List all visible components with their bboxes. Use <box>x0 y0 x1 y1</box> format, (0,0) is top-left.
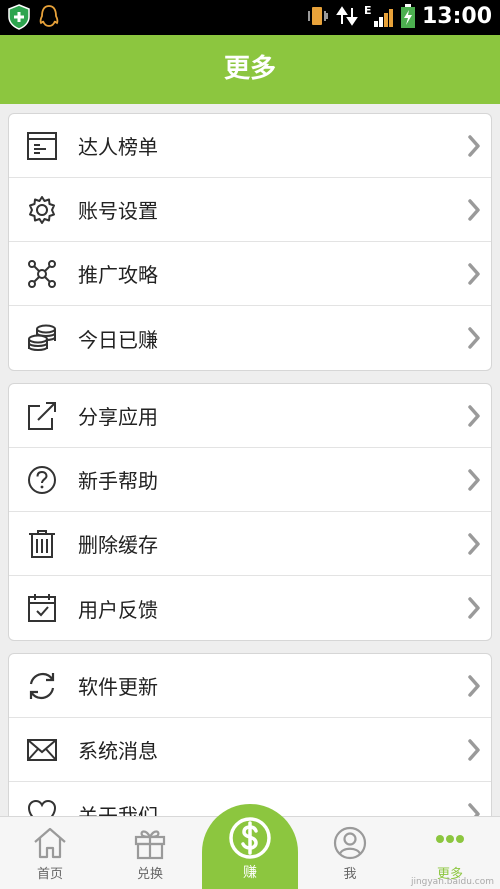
dollar-icon <box>229 817 271 859</box>
tab-exchange[interactable]: 兑换 <box>100 817 200 889</box>
tab-earn[interactable]: 赚 <box>202 810 298 889</box>
menu-item-label: 账号设置 <box>78 199 158 223</box>
gift-icon <box>134 830 166 860</box>
menu-group-2: 分享应用 新手帮助 删除缓存 用户反馈 <box>8 383 492 641</box>
menu-item-account-settings[interactable]: 账号设置 <box>9 178 491 242</box>
status-right-icons: E 13:00 <box>306 3 492 29</box>
share-icon <box>28 401 56 430</box>
menu-item-promotion-guide[interactable]: 推广攻略 <box>9 242 491 306</box>
vibrate-icon <box>308 7 328 25</box>
menu-item-leaderboard[interactable]: 达人榜单 <box>9 114 491 178</box>
tab-me[interactable]: 我 <box>300 817 400 889</box>
watermark: jingyan.baidu.com <box>410 877 494 887</box>
menu-item-label: 关于我们 <box>78 803 158 817</box>
gear-icon <box>29 195 55 224</box>
user-icon <box>333 826 367 860</box>
network-type: E <box>364 4 372 17</box>
menu-list: 达人榜单 账号设置 推广攻略 今日已赚 分享应用 新手帮助 删除缓存 用户反馈 … <box>0 104 500 816</box>
chevron-right-icon <box>468 803 480 816</box>
chevron-right-icon <box>468 675 480 697</box>
data-arrows-icon <box>336 6 358 26</box>
status-left-icons <box>8 4 60 30</box>
menu-item-label: 系统消息 <box>78 739 158 763</box>
menu-group-1: 达人榜单 账号设置 推广攻略 今日已赚 <box>8 113 492 371</box>
menu-item-system-messages[interactable]: 系统消息 <box>9 718 491 782</box>
tab-label: 首页 <box>36 867 63 882</box>
mail-icon <box>27 738 57 761</box>
qq-icon <box>39 5 59 27</box>
trash-icon <box>29 529 55 558</box>
chevron-right-icon <box>468 327 480 349</box>
menu-item-label: 今日已赚 <box>78 327 158 352</box>
menu-item-user-feedback[interactable]: 用户反馈 <box>9 576 491 640</box>
feedback-icon <box>28 594 56 622</box>
chevron-right-icon <box>468 135 480 157</box>
chevron-right-icon <box>468 199 480 221</box>
chevron-right-icon <box>468 469 480 491</box>
network-icon <box>28 259 56 288</box>
battery-charging-icon <box>400 4 415 28</box>
leaderboard-icon <box>27 131 57 160</box>
menu-item-share-app[interactable]: 分享应用 <box>9 384 491 448</box>
chevron-right-icon <box>468 263 480 285</box>
menu-item-label: 新手帮助 <box>78 469 158 493</box>
menu-item-label: 推广攻略 <box>78 263 158 287</box>
menu-item-label: 达人榜单 <box>78 135 158 159</box>
help-icon <box>28 465 56 494</box>
chevron-right-icon <box>468 739 480 761</box>
menu-item-label: 分享应用 <box>78 405 158 429</box>
tab-label: 赚 <box>243 865 257 881</box>
home-icon <box>34 827 66 859</box>
coins-icon <box>28 324 56 351</box>
chevron-right-icon <box>468 597 480 619</box>
menu-item-label: 软件更新 <box>78 675 158 699</box>
heart-icon <box>27 799 57 816</box>
menu-item-software-update[interactable]: 软件更新 <box>9 654 491 718</box>
tab-home[interactable]: 首页 <box>0 817 100 889</box>
menu-item-label: 删除缓存 <box>78 533 158 557</box>
menu-group-3: 软件更新 系统消息 关于我们 <box>8 653 492 816</box>
shield-icon <box>8 4 30 30</box>
menu-item-label: 用户反馈 <box>78 597 158 622</box>
clock: 13:00 <box>421 3 492 29</box>
menu-item-beginner-help[interactable]: 新手帮助 <box>9 448 491 512</box>
menu-item-earned-today[interactable]: 今日已赚 <box>9 306 491 370</box>
more-dots-icon <box>436 835 464 843</box>
menu-item-clear-cache[interactable]: 删除缓存 <box>9 512 491 576</box>
status-bar: E 13:00 <box>0 0 500 35</box>
tab-label: 兑换 <box>136 867 163 882</box>
page-title: 更多 <box>0 35 500 104</box>
chevron-right-icon <box>468 533 480 555</box>
signal-icon: E <box>364 4 393 27</box>
chevron-right-icon <box>468 405 480 427</box>
refresh-icon <box>29 672 55 699</box>
tab-label: 我 <box>343 867 357 882</box>
